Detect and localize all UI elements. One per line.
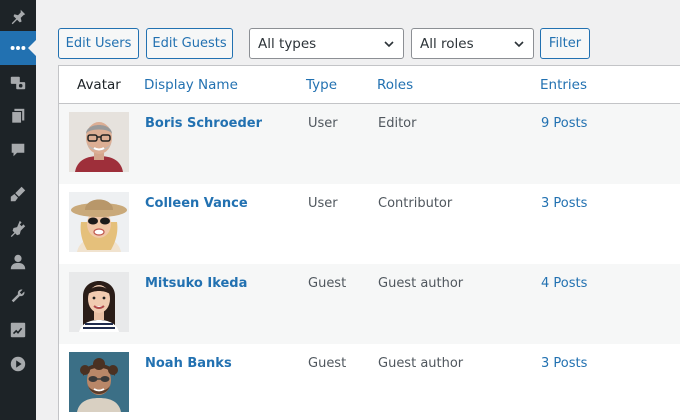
table-header: Avatar Display Name Type Roles Entries (59, 66, 680, 104)
avatar (69, 352, 129, 412)
avatar (69, 192, 129, 252)
filter-button[interactable]: Filter (540, 28, 590, 59)
admin-sidebar (0, 0, 36, 420)
chevron-down-icon (383, 38, 395, 50)
entries-link[interactable]: 3 Posts (541, 356, 587, 371)
table-row: Colleen Vance User Contributor 3 Posts (59, 184, 680, 264)
role-cell: Contributor (378, 196, 453, 211)
type-cell: User (308, 196, 338, 211)
table-row: Mitsuko Ikeda Guest Guest author 4 Posts (59, 264, 680, 344)
type-select-value: All types (258, 35, 317, 52)
edit-guests-button[interactable]: Edit Guests (146, 28, 233, 59)
entries-link[interactable]: 3 Posts (541, 196, 587, 211)
pages-icon[interactable] (0, 99, 36, 133)
media-icon[interactable] (0, 66, 36, 100)
plugins-icon[interactable] (0, 211, 36, 245)
entries-link[interactable]: 9 Posts (541, 116, 587, 131)
pin-icon[interactable] (0, 0, 36, 34)
type-cell: Guest (308, 356, 347, 371)
type-cell: User (308, 116, 338, 131)
chevron-down-icon (513, 38, 525, 50)
users-table: Avatar Display Name Type Roles Entries B… (58, 65, 680, 420)
column-header-type[interactable]: Type (306, 77, 337, 93)
type-select[interactable]: All types (249, 28, 404, 59)
role-select[interactable]: All roles (411, 28, 534, 59)
display-name-link[interactable]: Mitsuko Ikeda (145, 276, 247, 291)
avatar (69, 112, 129, 172)
role-cell: Guest author (378, 356, 464, 371)
table-row: Boris Schroeder User Editor 9 Posts (59, 104, 680, 184)
display-name-link[interactable]: Noah Banks (145, 356, 232, 371)
column-header-avatar: Avatar (77, 77, 121, 93)
entries-link[interactable]: 4 Posts (541, 276, 587, 291)
role-cell: Editor (378, 116, 417, 131)
role-cell: Guest author (378, 276, 464, 291)
column-header-roles[interactable]: Roles (377, 77, 413, 93)
table-row: Noah Banks Guest Guest author 3 Posts (59, 344, 680, 420)
play-icon[interactable] (0, 347, 36, 381)
users-icon[interactable] (0, 245, 36, 279)
settings-icon[interactable] (0, 313, 36, 347)
display-name-link[interactable]: Boris Schroeder (145, 116, 262, 131)
column-header-entries[interactable]: Entries (540, 77, 587, 93)
avatar (69, 272, 129, 332)
edit-users-button[interactable]: Edit Users (58, 28, 139, 59)
more-icon[interactable] (0, 31, 36, 65)
comments-icon[interactable] (0, 133, 36, 167)
tools-icon[interactable] (0, 279, 36, 313)
type-cell: Guest (308, 276, 347, 291)
appearance-icon[interactable] (0, 177, 36, 211)
display-name-link[interactable]: Colleen Vance (145, 196, 248, 211)
role-select-value: All roles (420, 35, 474, 52)
column-header-display-name[interactable]: Display Name (144, 77, 238, 93)
